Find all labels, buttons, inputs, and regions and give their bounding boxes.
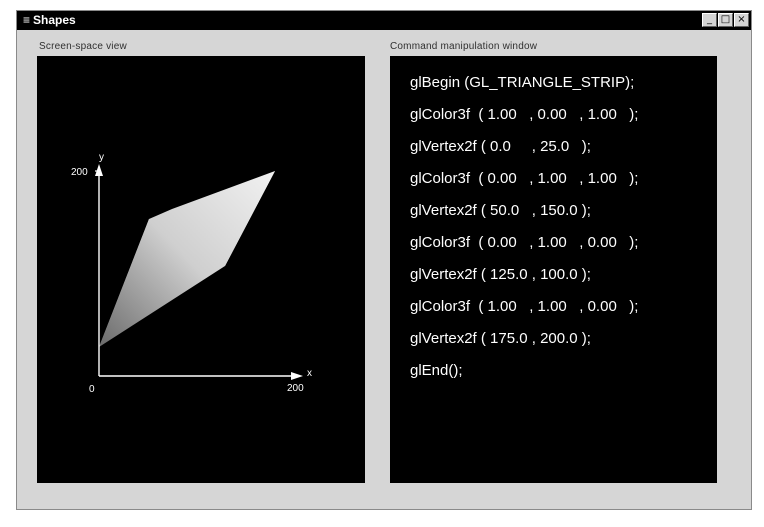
maximize-button[interactable]: □ <box>718 13 733 27</box>
minimize-button[interactable]: _ <box>702 13 717 27</box>
code-line-vertex-3[interactable]: glVertex2f ( 125.0 , 100.0 ); <box>410 266 591 283</box>
code-line-vertex-4[interactable]: glVertex2f ( 175.0 , 200.0 ); <box>410 330 591 347</box>
triangle-strip-shape-fill <box>99 171 275 347</box>
shapes-window: ≡ Shapes _ □ × Screen-space view Command… <box>16 10 752 510</box>
app-icon[interactable]: ≡ <box>23 13 30 28</box>
origin-label: 0 <box>89 384 95 395</box>
title-bar[interactable]: ≡ Shapes _ □ × <box>17 11 751 30</box>
command-manipulation-window[interactable]: glBegin (GL_TRIANGLE_STRIP); glColor3f (… <box>390 56 717 483</box>
code-line-color-3[interactable]: glColor3f ( 0.00 , 1.00 , 0.00 ); <box>410 234 638 251</box>
code-line-begin[interactable]: glBegin (GL_TRIANGLE_STRIP); <box>410 74 634 91</box>
y-axis-arrow-icon <box>95 164 103 176</box>
close-button[interactable]: × <box>734 13 749 27</box>
maximize-icon: □ <box>720 14 731 25</box>
window-title: Shapes <box>33 13 76 27</box>
window-controls: _ □ × <box>702 13 749 27</box>
y-max-label: 200 <box>71 167 88 178</box>
x-axis-arrow-icon <box>291 372 303 380</box>
code-line-color-4[interactable]: glColor3f ( 1.00 , 1.00 , 0.00 ); <box>410 298 638 315</box>
code-line-vertex-1[interactable]: glVertex2f ( 0.0 , 25.0 ); <box>410 138 591 155</box>
code-line-color-1[interactable]: glColor3f ( 1.00 , 0.00 , 1.00 ); <box>410 106 638 123</box>
code-line-vertex-2[interactable]: glVertex2f ( 50.0 , 150.0 ); <box>410 202 591 219</box>
x-max-label: 200 <box>287 383 304 394</box>
code-line-end[interactable]: glEnd(); <box>410 362 463 379</box>
y-axis-label: y <box>99 152 104 163</box>
code-line-color-2[interactable]: glColor3f ( 0.00 , 1.00 , 1.00 ); <box>410 170 638 187</box>
screen-space-view[interactable]: y 200 0 x 200 <box>37 56 365 483</box>
x-axis-label: x <box>307 368 312 379</box>
minimize-icon: _ <box>707 14 712 25</box>
close-icon: × <box>737 14 746 25</box>
command-window-label: Command manipulation window <box>390 41 538 52</box>
screen-space-canvas: y 200 0 x 200 <box>71 152 312 395</box>
screen-space-view-label: Screen-space view <box>39 41 127 52</box>
